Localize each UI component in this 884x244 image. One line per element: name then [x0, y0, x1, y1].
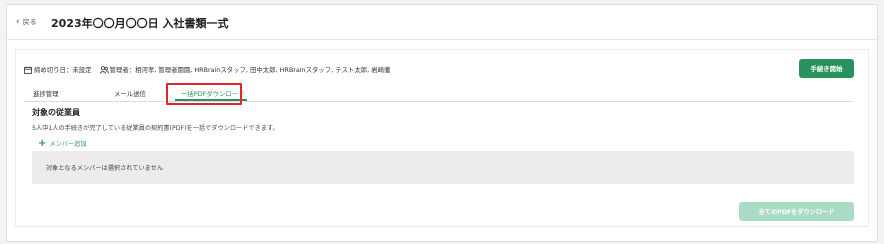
member-list-empty: 対象となるメンバーは選択されていません [32, 151, 854, 184]
back-link[interactable]: ‹ 戻る [16, 17, 37, 27]
download-all-pdf-button[interactable]: 全てのPDFをダウンロード [739, 202, 854, 221]
plus-icon: + [38, 137, 47, 149]
deadline-text: 締め切り日：未設定 [34, 66, 92, 74]
section-description: 5人中1人の手続きが完了している従業員の契約書(PDF)を一括でダウンロードでき… [32, 125, 279, 132]
highlight-annotation [166, 83, 242, 105]
empty-message: 対象となるメンバーは選択されていません [46, 165, 164, 172]
tab-progress[interactable]: 進捗管理 [33, 89, 59, 98]
section-title: 対象の従業員 [32, 108, 80, 117]
managers-text: 管理者：相河孝, 管理者園園, HRBrainスタッフ, 田中太郎, HRBra… [109, 66, 391, 74]
chevron-left-icon: ‹ [16, 17, 20, 27]
calendar-icon [24, 66, 32, 74]
content-card: 締め切り日：未設定 管理者：相河孝, 管理者園園, HRBrainスタッフ, 田… [15, 49, 869, 227]
meta-row: 締め切り日：未設定 管理者：相河孝, 管理者園園, HRBrainスタッフ, 田… [24, 65, 390, 74]
tab-email[interactable]: メール送信 [114, 89, 146, 98]
tab-bar: 進捗管理 メール送信 一括PDFダウンロード [24, 84, 854, 102]
top-bar: ‹ 戻る 2023年〇〇月〇〇日 入社書類一式 [7, 5, 877, 40]
page-title: 2023年〇〇月〇〇日 入社書類一式 [51, 17, 229, 30]
app-frame: ‹ 戻る 2023年〇〇月〇〇日 入社書類一式 締め切り日：未設定 管理者：相河… [6, 4, 878, 242]
add-member-button[interactable]: + メンバー追加 [38, 137, 87, 149]
add-member-label: メンバー追加 [49, 141, 87, 148]
users-icon [99, 65, 109, 74]
start-procedure-button[interactable]: 手続き開始 [799, 59, 854, 78]
back-label: 戻る [22, 18, 37, 26]
